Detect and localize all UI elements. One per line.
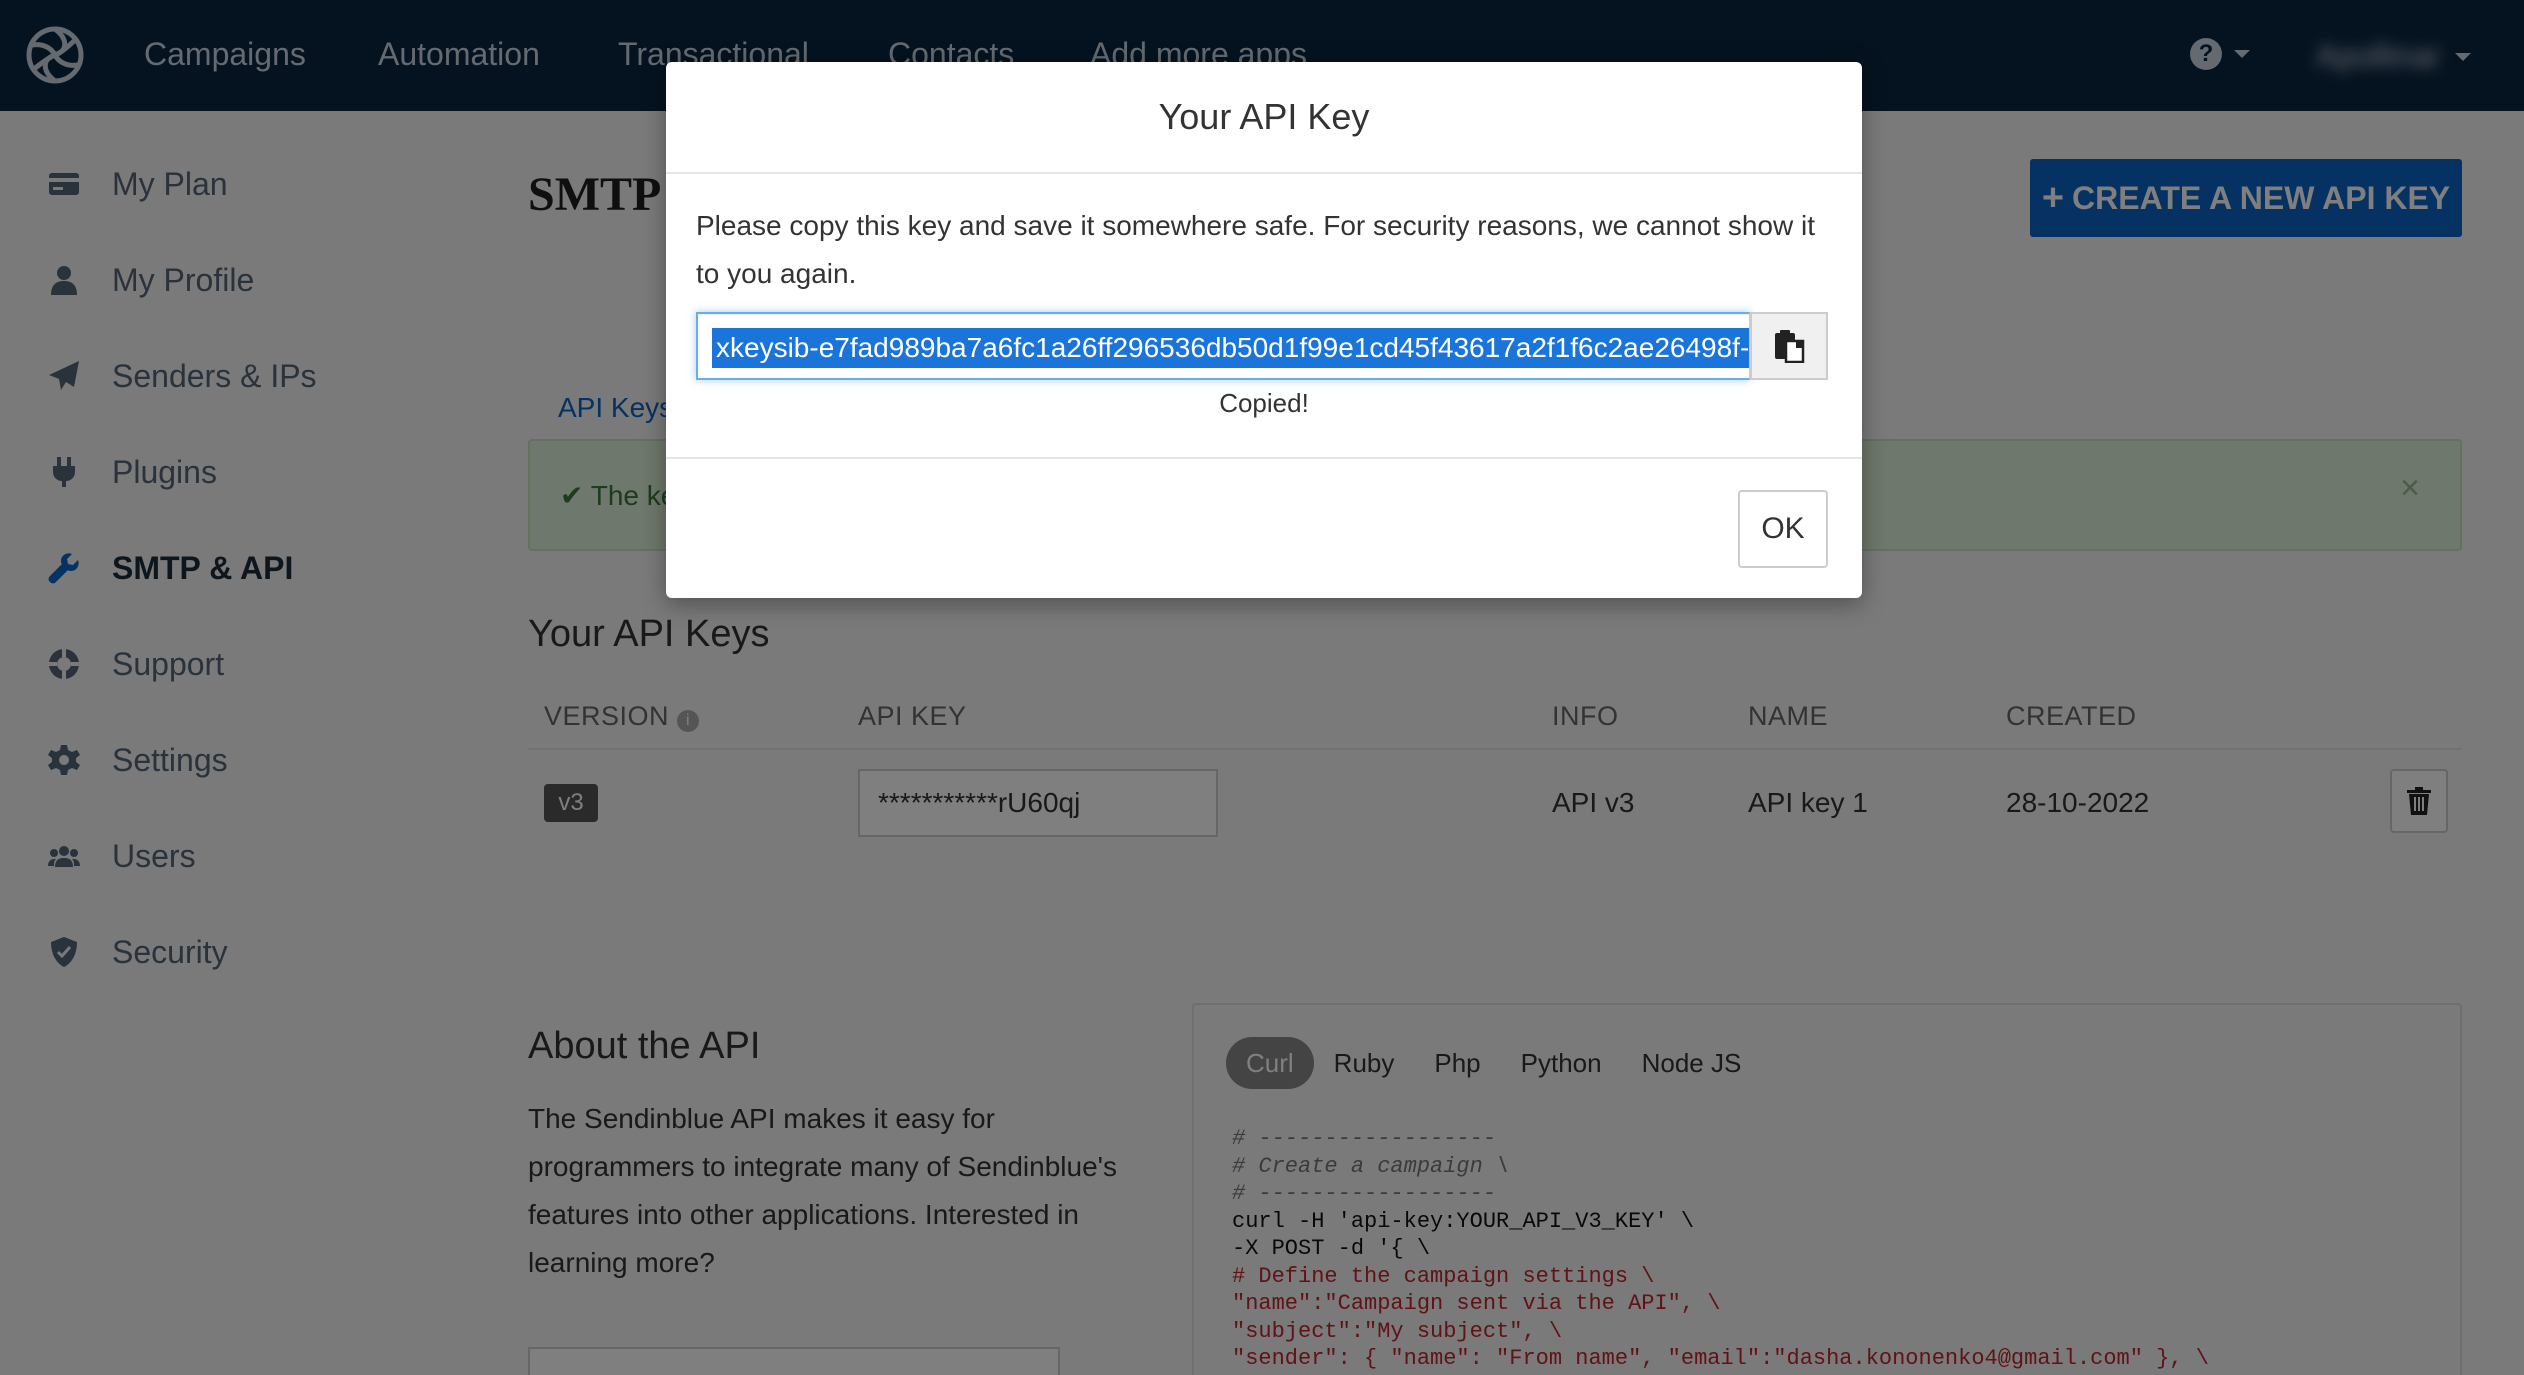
api-key-modal: Your API Key Please copy this key and sa… xyxy=(666,62,1862,598)
clipboard-icon xyxy=(1775,330,1805,363)
modal-message: Please copy this key and save it somewhe… xyxy=(696,210,1815,289)
modal-header: Your API Key xyxy=(666,62,1862,174)
ok-button[interactable]: OK xyxy=(1738,490,1828,568)
modal-footer-divider xyxy=(666,457,1862,459)
api-key-input[interactable]: xkeysib-e7fad989ba7a6fc1a26ff296536db50d… xyxy=(696,312,1750,380)
modal-title: Your API Key xyxy=(1158,96,1370,137)
copy-button[interactable] xyxy=(1750,312,1828,380)
copied-status: Copied! xyxy=(1219,388,1309,418)
api-key-value: xkeysib-e7fad989ba7a6fc1a26ff296536db50d… xyxy=(712,328,1749,368)
